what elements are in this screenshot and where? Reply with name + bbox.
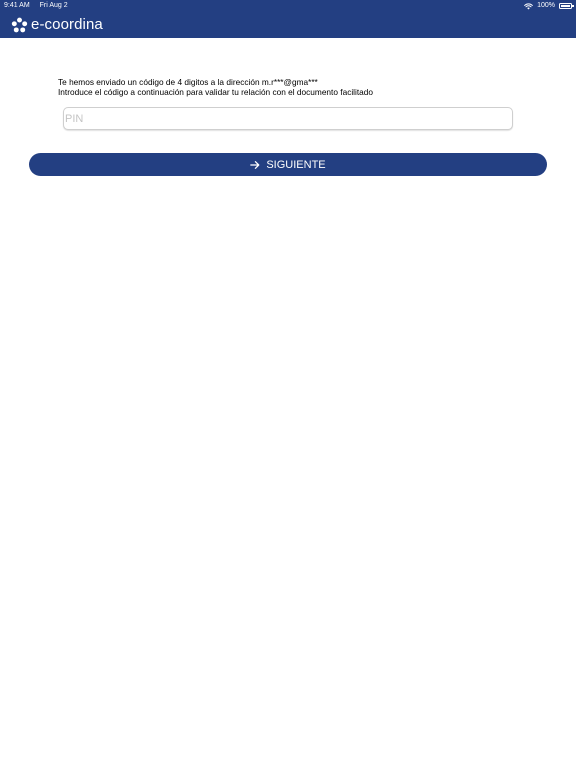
next-button-label: SIGUIENTE xyxy=(266,158,326,171)
instruction-line-2: Introduce el código a continuación para … xyxy=(58,87,374,97)
status-time: 9:41 AM xyxy=(4,2,30,9)
status-bar: 9:41 AM Fri Aug 2 100% xyxy=(0,0,576,12)
flower-logo-icon xyxy=(11,17,28,32)
instruction-line-1: Te hemos enviado un código de 4 digitos … xyxy=(58,77,318,87)
logo-text: e-coordina xyxy=(31,16,103,33)
wifi-icon xyxy=(524,2,533,9)
pin-input[interactable] xyxy=(63,107,513,130)
status-right: 100% xyxy=(524,0,574,12)
status-date: Fri Aug 2 xyxy=(39,2,68,9)
status-left: 9:41 AM Fri Aug 2 xyxy=(4,0,76,12)
app-header: 9:41 AM Fri Aug 2 100% e-coordina xyxy=(0,0,576,38)
app-logo: e-coordina xyxy=(11,16,103,34)
battery-icon xyxy=(559,3,574,9)
arrow-right-icon xyxy=(250,160,260,169)
battery-percent: 100% xyxy=(537,2,555,9)
pin-instructions: Te hemos enviado un código de 4 digitos … xyxy=(58,77,558,97)
next-button[interactable]: SIGUIENTE xyxy=(29,153,547,176)
